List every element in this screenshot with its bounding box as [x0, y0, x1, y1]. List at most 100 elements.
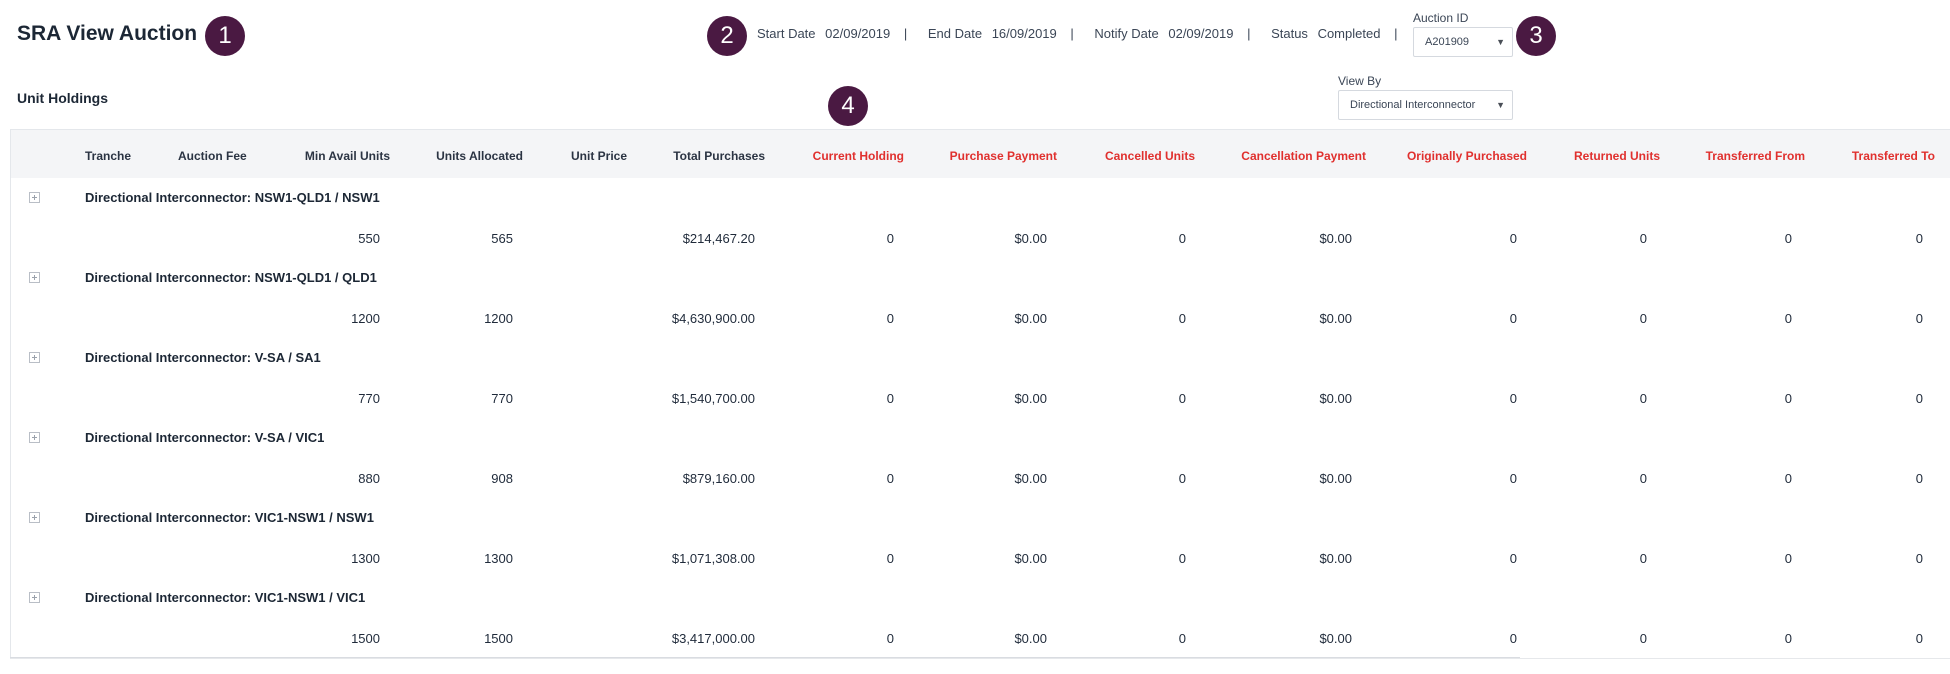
column-header-unit-price[interactable]: Unit Price: [547, 149, 627, 163]
end-date-value: 16/09/2019: [991, 26, 1057, 41]
cell-transferred-from: 0: [1784, 311, 1792, 326]
plus-square-icon[interactable]: [29, 192, 40, 203]
column-header-total-purchases[interactable]: Total Purchases: [650, 149, 765, 163]
cell-units-allocated: 908: [491, 471, 513, 486]
cell-current-holding: 0: [886, 391, 894, 406]
view-by-label: View By: [1338, 74, 1382, 88]
plus-square-icon[interactable]: [29, 512, 40, 523]
notify-date-value: 02/09/2019: [1168, 26, 1234, 41]
cell-cancelled-units: 0: [1178, 631, 1186, 646]
callout-badge-3: 3: [1516, 16, 1556, 56]
cell-min-avail-units: 550: [358, 231, 380, 246]
plus-square-icon[interactable]: [29, 352, 40, 363]
cell-current-holding: 0: [886, 231, 894, 246]
column-header-purchase-payment[interactable]: Purchase Payment: [922, 149, 1057, 163]
cell-total-purchases: $879,160.00: [682, 471, 755, 486]
group-row: Directional Interconnector: NSW1-QLD1 / …: [10, 258, 1950, 301]
table-row: 880 908 $879,160.00 0 $0.00 0 $0.00 0 0 0 0: [10, 458, 1950, 499]
view-by-selected: Directional Interconnector: [1350, 99, 1476, 111]
cell-originally-purchased: 0: [1509, 231, 1517, 246]
cell-min-avail-units: 1500: [351, 631, 380, 646]
cell-originally-purchased: 0: [1509, 551, 1517, 566]
separator: |: [903, 26, 908, 41]
cell-purchase-payment: $0.00: [1014, 391, 1047, 406]
column-header-min-avail-units[interactable]: Min Avail Units: [290, 149, 390, 163]
table-row: 1300 1300 $1,071,308.00 0 $0.00 0 $0.00 0 0 0 0: [10, 538, 1950, 579]
start-date-label: Start Date: [757, 26, 816, 41]
cell-transferred-from: 0: [1784, 631, 1792, 646]
cell-cancellation-payment: $0.00: [1319, 391, 1352, 406]
table-row: 1500 1500 $3,417,000.00 0 $0.00 0 $0.00 0 0 0 0: [10, 618, 1950, 659]
start-date-value: 02/09/2019: [825, 26, 891, 41]
table-left-border: [10, 129, 11, 659]
cell-transferred-to: 0: [1915, 631, 1923, 646]
cell-cancelled-units: 0: [1178, 231, 1186, 246]
cell-units-allocated: 770: [491, 391, 513, 406]
chevron-down-icon: ▼: [1496, 37, 1505, 47]
cell-cancellation-payment: $0.00: [1319, 231, 1352, 246]
cell-total-purchases: $4,630,900.00: [671, 311, 755, 326]
cell-transferred-to: 0: [1915, 391, 1923, 406]
cell-originally-purchased: 0: [1509, 471, 1517, 486]
column-header-returned-units[interactable]: Returned Units: [1550, 149, 1660, 163]
cell-transferred-to: 0: [1915, 311, 1923, 326]
group-label: Directional Interconnector: NSW1-QLD1 / …: [85, 190, 380, 205]
page-title: SRA View Auction: [17, 22, 198, 45]
column-header-transferred-to[interactable]: Transferred To: [1820, 149, 1935, 163]
cell-returned-units: 0: [1639, 471, 1647, 486]
plus-square-icon[interactable]: [29, 432, 40, 443]
cell-current-holding: 0: [886, 631, 894, 646]
cell-cancellation-payment: $0.00: [1319, 311, 1352, 326]
column-header-current-holding[interactable]: Current Holding: [785, 149, 904, 163]
column-header-originally-purchased[interactable]: Originally Purchased: [1380, 149, 1527, 163]
cell-cancelled-units: 0: [1178, 551, 1186, 566]
cell-current-holding: 0: [886, 471, 894, 486]
table-header: Tranche Auction Fee Min Avail Units Unit…: [10, 129, 1950, 179]
cell-total-purchases: $1,071,308.00: [671, 551, 755, 566]
auction-id-select[interactable]: A201909 ▼: [1413, 27, 1513, 57]
cell-returned-units: 0: [1639, 231, 1647, 246]
chevron-down-icon: ▼: [1496, 100, 1505, 110]
cell-purchase-payment: $0.00: [1014, 231, 1047, 246]
auction-id-selected: A201909: [1425, 36, 1470, 48]
cell-returned-units: 0: [1639, 631, 1647, 646]
cell-total-purchases: $1,540,700.00: [671, 391, 755, 406]
plus-square-icon[interactable]: [29, 272, 40, 283]
separator: |: [1394, 26, 1398, 41]
cell-transferred-to: 0: [1915, 231, 1923, 246]
separator: |: [1247, 26, 1251, 41]
callout-badge-1: 1: [205, 16, 245, 56]
group-row: Directional Interconnector: V-SA / SA1: [10, 338, 1950, 381]
notify-date-label: Notify Date: [1094, 26, 1159, 41]
cell-purchase-payment: $0.00: [1014, 551, 1047, 566]
column-header-cancelled-units[interactable]: Cancelled Units: [1075, 149, 1195, 163]
cell-transferred-from: 0: [1784, 231, 1792, 246]
cell-transferred-from: 0: [1784, 551, 1792, 566]
cell-transferred-from: 0: [1784, 471, 1792, 486]
cell-units-allocated: 565: [491, 231, 513, 246]
cell-min-avail-units: 880: [358, 471, 380, 486]
cell-total-purchases: $214,467.20: [682, 231, 755, 246]
group-label: Directional Interconnector: VIC1-NSW1 / …: [85, 590, 366, 605]
view-by-select[interactable]: Directional Interconnector ▼: [1338, 90, 1513, 120]
table-row: 1200 1200 $4,630,900.00 0 $0.00 0 $0.00 0 0 0 0: [10, 298, 1950, 339]
group-row: Directional Interconnector: VIC1-NSW1 / …: [10, 578, 1950, 621]
column-header-units-allocated[interactable]: Units Allocated: [413, 149, 523, 163]
callout-badge-4: 4: [828, 86, 868, 126]
column-header-auction-fee[interactable]: Auction Fee: [178, 149, 247, 163]
group-row: Directional Interconnector: VIC1-NSW1 / …: [10, 498, 1950, 541]
cell-returned-units: 0: [1639, 311, 1647, 326]
group-label: Directional Interconnector: VIC1-NSW1 / …: [85, 510, 374, 525]
cell-purchase-payment: $0.00: [1014, 311, 1047, 326]
plus-square-icon[interactable]: [29, 592, 40, 603]
unit-holdings-table: Tranche Auction Fee Min Avail Units Unit…: [10, 129, 1950, 659]
column-header-transferred-from[interactable]: Transferred From: [1675, 149, 1805, 163]
cell-transferred-from: 0: [1784, 391, 1792, 406]
column-header-cancellation-payment[interactable]: Cancellation Payment: [1206, 149, 1366, 163]
cell-originally-purchased: 0: [1509, 631, 1517, 646]
unit-holdings-title: Unit Holdings: [17, 90, 108, 106]
table-bottom-border: [10, 657, 1520, 658]
cell-min-avail-units: 770: [358, 391, 380, 406]
column-header-tranche[interactable]: Tranche: [85, 149, 131, 163]
cell-returned-units: 0: [1639, 391, 1647, 406]
